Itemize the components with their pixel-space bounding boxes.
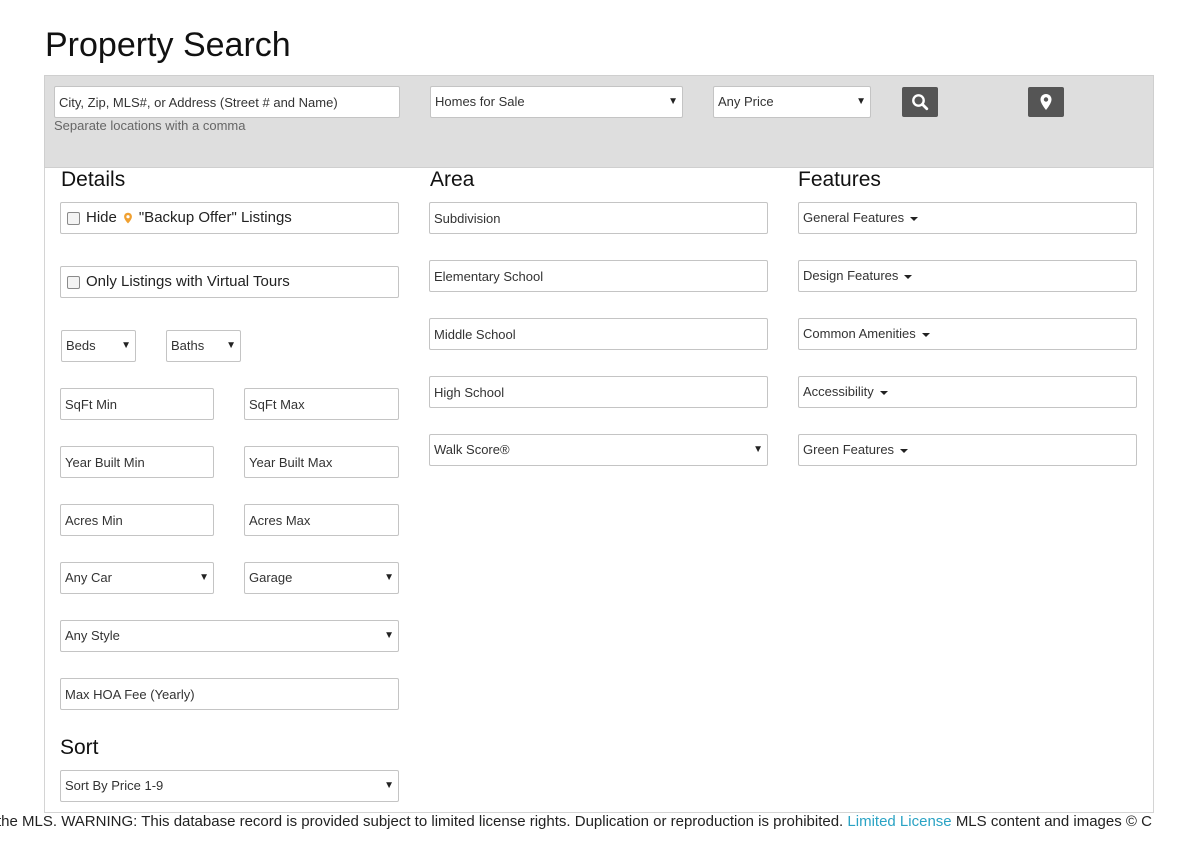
style-select[interactable]: Any Style ▼ [60,620,399,652]
virtual-tours-label: Only Listings with Virtual Tours [86,273,290,290]
price-value: Any Price [718,94,774,109]
checkbox-box [67,275,80,289]
year-built-min-input[interactable] [60,446,214,478]
sqft-min-input[interactable] [60,388,214,420]
middle-school-input[interactable] [429,318,768,350]
chevron-down-icon: ▼ [121,340,131,351]
features-heading: Features [798,168,881,191]
accessibility-dropdown[interactable]: Accessibility [798,376,1137,408]
beds-select[interactable]: Beds ▼ [61,330,136,362]
chevron-down-icon: ▼ [384,572,394,583]
common-amenities-dropdown[interactable]: Common Amenities [798,318,1137,350]
map-pin-icon [123,212,132,224]
acres-max-input[interactable] [244,504,399,536]
caret-down-icon [904,274,913,279]
design-features-dropdown[interactable]: Design Features [798,260,1137,292]
caret-down-icon [879,390,888,395]
chevron-down-icon: ▼ [856,96,866,107]
backup-offer-label: "Backup Offer" Listings [138,209,292,226]
area-heading: Area [430,168,475,191]
chevron-down-icon: ▼ [668,96,678,107]
details-heading: Details [61,168,126,191]
location-hint: Separate locations with a comma [54,118,246,133]
property-type-value: Homes for Sale [435,94,525,109]
common-amenities-label: Common Amenities [803,326,916,341]
chevron-down-icon: ▼ [384,630,394,641]
search-button[interactable] [902,87,938,117]
footer-disclaimer: the MLS. WARNING: This database record i… [0,813,1152,830]
map-pin-icon [1040,94,1052,110]
green-features-dropdown[interactable]: Green Features [798,434,1137,466]
beds-value: Beds [66,338,96,353]
car-value: Any Car [65,570,112,585]
car-select[interactable]: Any Car ▼ [60,562,214,594]
general-features-dropdown[interactable]: General Features [798,202,1137,234]
sort-heading: Sort [60,736,99,759]
accessibility-label: Accessibility [803,384,874,399]
style-value: Any Style [65,628,120,643]
hide-backup-offer-checkbox[interactable]: Hide "Backup Offer" Listings [60,202,399,234]
walk-score-select[interactable]: Walk Score® ▼ [429,434,768,466]
checkbox-box [67,211,80,225]
garage-value: Garage [249,570,293,585]
baths-value: Baths [171,338,205,353]
subdivision-input[interactable] [429,202,768,234]
caret-down-icon [900,448,909,453]
footer-text: the MLS. WARNING: This database record i… [0,813,844,830]
virtual-tours-checkbox[interactable]: Only Listings with Virtual Tours [60,266,399,298]
general-features-label: General Features [803,210,905,225]
chevron-down-icon: ▼ [226,340,236,351]
walk-score-value: Walk Score® [434,442,510,457]
page-title: Property Search [45,26,291,64]
caret-down-icon [910,216,919,221]
acres-min-input[interactable] [60,504,214,536]
price-select[interactable]: Any Price ▼ [713,86,871,118]
sort-value: Sort By Price 1-9 [65,778,164,793]
high-school-input[interactable] [429,376,768,408]
max-hoa-fee-input[interactable] [60,678,399,710]
footer-copyright: MLS content and images © C [955,813,1152,830]
limited-license-link[interactable]: Limited License [847,813,951,830]
map-search-button[interactable] [1028,87,1064,117]
hide-label: Hide [86,209,117,226]
baths-select[interactable]: Baths ▼ [166,330,241,362]
location-input[interactable] [54,86,400,118]
chevron-down-icon: ▼ [384,780,394,791]
elementary-school-input[interactable] [429,260,768,292]
year-built-max-input[interactable] [244,446,399,478]
chevron-down-icon: ▼ [199,572,209,583]
garage-select[interactable]: Garage ▼ [244,562,399,594]
green-features-label: Green Features [803,442,895,457]
caret-down-icon [921,332,930,337]
property-type-select[interactable]: Homes for Sale ▼ [430,86,683,118]
sqft-max-input[interactable] [244,388,399,420]
design-features-label: Design Features [803,268,899,283]
sort-select[interactable]: Sort By Price 1-9 ▼ [60,770,399,802]
chevron-down-icon: ▼ [753,444,763,455]
search-icon [912,94,929,111]
